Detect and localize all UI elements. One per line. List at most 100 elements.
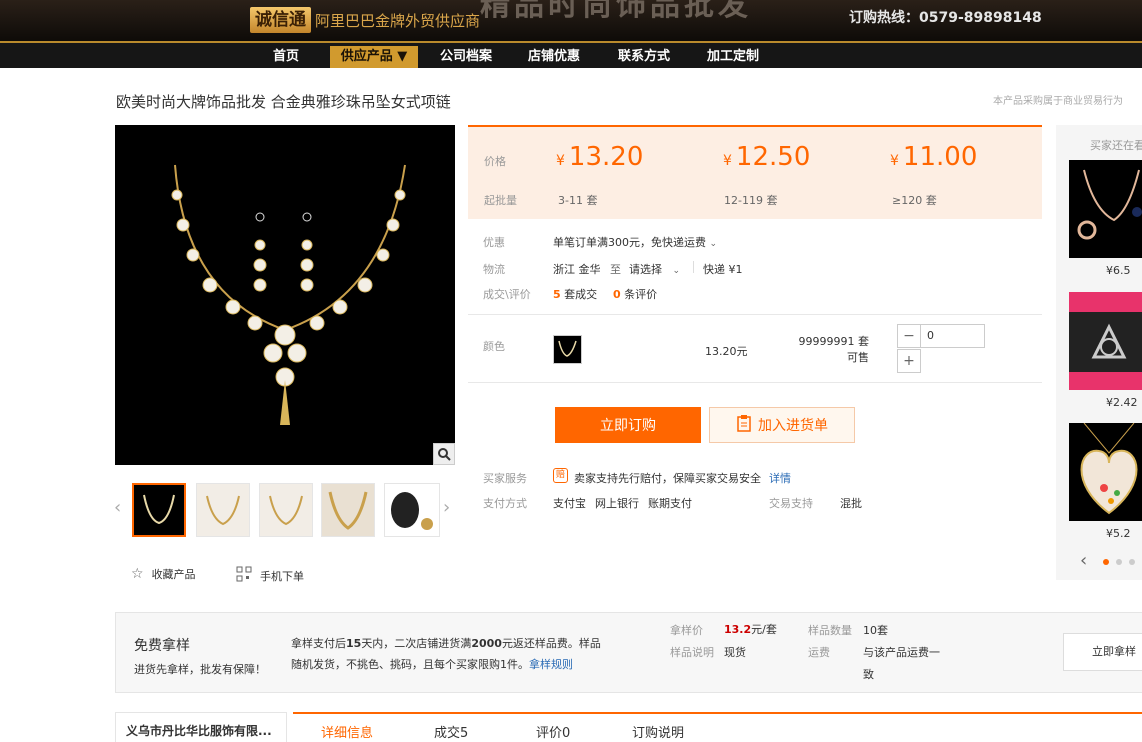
store-logo[interactable]: 诚信通 阿里巴巴金牌外贸供应商 — [250, 6, 480, 34]
buyer-service-label: 买家服务 — [483, 472, 527, 485]
divider — [468, 382, 1042, 383]
sku-stock: 99999991 套可售 — [798, 335, 870, 364]
recommend-price-1: ¥6.5 — [1106, 264, 1131, 277]
price-tier-3: ¥11.00 — [890, 142, 978, 172]
sample-price-label: 拿样价 — [670, 624, 703, 637]
nav-store-deals[interactable]: 店铺优惠 — [518, 46, 590, 68]
nav-company-profile[interactable]: 公司档案 — [430, 46, 502, 68]
recommend-price-2: ¥2.42 — [1106, 396, 1138, 409]
ship-from: 浙江 金华 — [553, 263, 601, 276]
gallery-prev-icon[interactable]: ‹ — [114, 497, 121, 518]
recommend-title: 买家还在看 — [1090, 139, 1142, 152]
main-nav: 首页 供应产品 ▼ 公司档案 店铺优惠 联系方式 加工定制 — [0, 41, 1142, 68]
service-details-link[interactable]: 详情 — [769, 470, 791, 486]
payment-credit: 账期支付 — [648, 497, 692, 510]
recommend-price-3: ¥5.2 — [1106, 527, 1131, 540]
detail-tabs: 详细信息 成交5 评价0 订购说明 — [293, 712, 1142, 742]
buy-now-button[interactable]: 立即订购 — [555, 407, 701, 443]
sample-desc-value: 现货 — [724, 646, 746, 659]
ship-to-label: 至 — [610, 263, 621, 276]
banner-text: 精品时尚饰品批发 — [480, 0, 752, 23]
sample-ship-value-1: 与该产品运费一 — [863, 646, 940, 659]
necklace-image — [171, 164, 406, 425]
chevron-down-icon: ⌄ — [709, 239, 718, 249]
logo-mark: 诚信通 — [250, 7, 311, 33]
sku-price: 13.20元 — [705, 345, 748, 358]
decrement-button[interactable]: − — [897, 324, 921, 348]
star-icon: ☆ — [131, 566, 144, 582]
sample-description-2: 随机发货，不挑色、挑码，且每个买家限购1件。拿样规则 — [291, 658, 573, 671]
qty-label: 起批量 — [484, 194, 517, 207]
free-sample-panel: 免费拿样 进货先拿样，批发有保障！ 拿样支付后15天内，二次店铺进货满2000元… — [115, 612, 1142, 693]
recommend-item-3[interactable] — [1069, 423, 1142, 521]
chevron-down-icon: ⌄ — [672, 266, 681, 276]
price-label: 价格 — [484, 155, 506, 168]
add-to-cart-button[interactable]: 加入进货单 — [709, 407, 855, 443]
thumbnail-1[interactable] — [132, 483, 186, 537]
quantity-input[interactable]: 0 — [921, 324, 985, 348]
recommend-item-1[interactable] — [1069, 160, 1142, 258]
add-to-cart-label: 加入进货单 — [758, 418, 828, 434]
mobile-order-button[interactable]: 手机下单 — [236, 566, 304, 585]
product-title: 欧美时尚大牌饰品批发 合金典雅珍珠吊坠女式项链 — [116, 93, 451, 111]
favorite-button[interactable]: ☆ 收藏产品 — [131, 566, 196, 582]
tab-order-notes[interactable]: 订购说明 — [632, 722, 684, 741]
divider — [693, 261, 694, 273]
logistics-label: 物流 — [483, 263, 505, 276]
sidebar-prev-icon[interactable]: ‹ — [1080, 550, 1087, 571]
sample-qty-value: 10套 — [863, 624, 888, 637]
thumbnail-2[interactable] — [196, 483, 250, 537]
buyer-service-text: 卖家支持先行赔付，保障买家交易安全 — [574, 472, 761, 485]
sample-desc-label: 样品说明 — [670, 646, 714, 659]
top-banner: 精品时尚饰品批发 诚信通 阿里巴巴金牌外贸供应商 订购热线：0579-89898… — [0, 0, 1142, 41]
price-tier-1: ¥13.20 — [556, 142, 644, 172]
divider — [468, 314, 1042, 315]
tab-details[interactable]: 详细信息 — [321, 722, 373, 741]
product-main-image[interactable] — [115, 125, 455, 465]
carousel-dot[interactable] — [1116, 559, 1122, 565]
payment-label: 支付方式 — [483, 497, 527, 510]
tab-reviews[interactable]: 评价0 — [536, 722, 570, 741]
destination-select[interactable]: 请选择 ⌄ — [629, 261, 680, 277]
deals-count[interactable]: 5 套成交 — [553, 286, 597, 302]
hotline: 订购热线：0579-89898148 — [849, 10, 1042, 26]
carousel-dot-active[interactable] — [1103, 559, 1109, 565]
gallery-next-icon[interactable]: › — [443, 497, 450, 518]
express-fee: 快递 ¥1 — [703, 263, 743, 276]
sample-qty-label: 样品数量 — [808, 624, 852, 637]
nav-contact[interactable]: 联系方式 — [608, 46, 680, 68]
clipboard-icon — [736, 414, 752, 436]
thumbnail-5[interactable] — [384, 483, 440, 537]
payment-online-bank: 网上银行 — [595, 497, 639, 510]
promo-value[interactable]: 单笔订单满300元，免快递运费 ⌄ — [553, 234, 717, 250]
quantity-stepper: − 0 — [897, 324, 985, 348]
get-sample-button[interactable]: 立即拿样 — [1063, 633, 1142, 671]
nav-products[interactable]: 供应产品 ▼ — [330, 46, 418, 68]
company-name[interactable]: 义乌市丹比华比服饰有限... — [115, 712, 287, 742]
color-swatch[interactable] — [553, 335, 582, 364]
color-label: 颜色 — [483, 340, 505, 353]
reviews-count[interactable]: 0 条评价 — [613, 286, 657, 302]
favorite-label: 收藏产品 — [151, 568, 196, 581]
zoom-icon[interactable] — [433, 443, 455, 465]
thumbnail-3[interactable] — [259, 483, 313, 537]
trade-note: 本产品采购属于商业贸易行为 — [993, 96, 1123, 107]
price-tier-2: ¥12.50 — [723, 142, 811, 172]
qty-tier-1: 3-11 套 — [558, 194, 598, 207]
nav-home[interactable]: 首页 — [265, 46, 307, 68]
increment-button[interactable]: + — [897, 349, 921, 373]
sample-description: 拿样支付后15天内，二次店铺进货满2000元返还样品费。样品 — [291, 637, 601, 650]
recommend-item-2[interactable] — [1069, 292, 1142, 390]
trade-support-value: 混批 — [840, 497, 862, 510]
deals-label: 成交\评价 — [483, 288, 531, 301]
sample-title: 免费拿样 — [134, 638, 190, 654]
mobile-order-label: 手机下单 — [260, 569, 304, 583]
sample-rules-link[interactable]: 拿样规则 — [529, 658, 573, 671]
carousel-dot[interactable] — [1129, 559, 1135, 565]
sample-ship-label: 运费 — [808, 646, 830, 659]
nav-custom[interactable]: 加工定制 — [697, 46, 769, 68]
qr-code-icon — [236, 566, 252, 585]
thumbnail-4[interactable] — [321, 483, 375, 537]
tab-deals[interactable]: 成交5 — [434, 722, 468, 741]
qty-tier-3: ≥120 套 — [892, 194, 937, 207]
